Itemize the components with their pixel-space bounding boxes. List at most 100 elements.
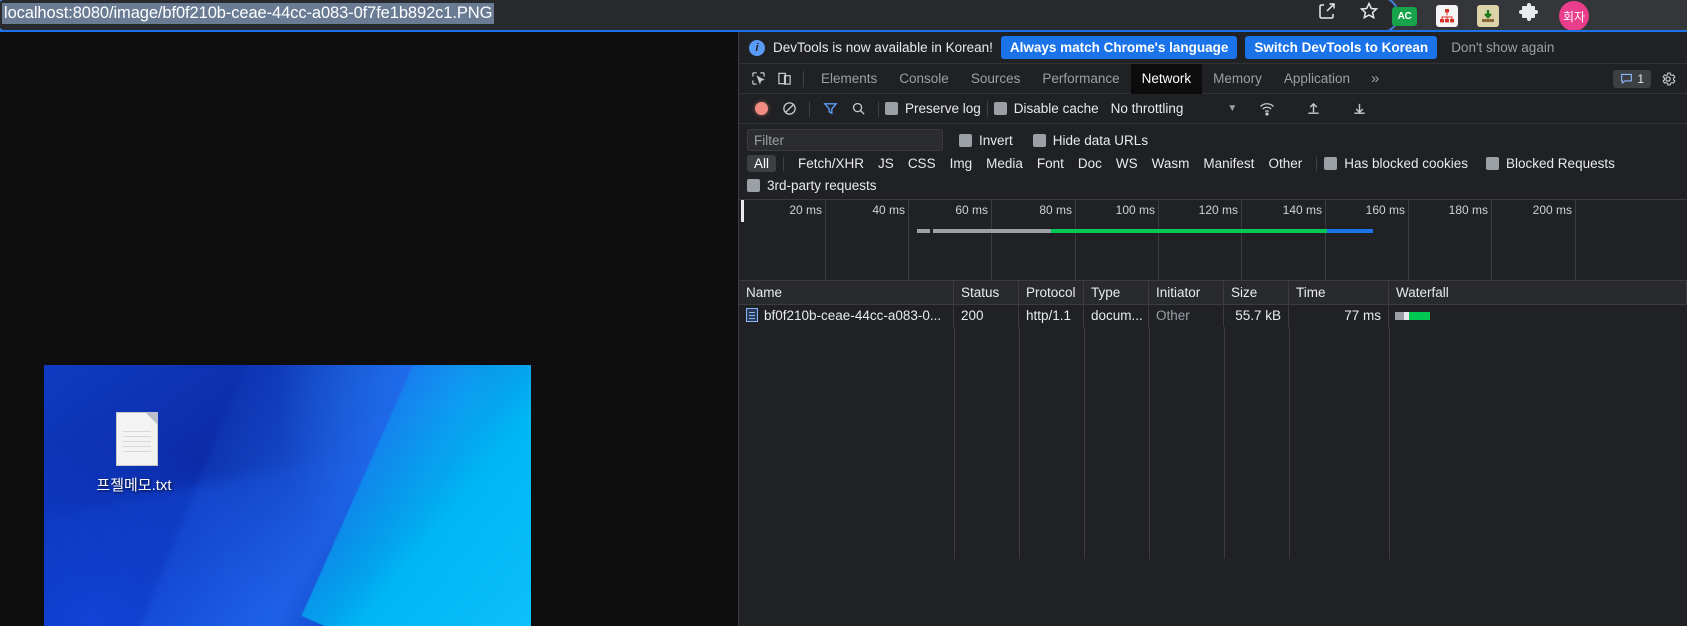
toolbar-divider <box>803 70 804 87</box>
extensions-strip: AC 회자 <box>1392 0 1589 32</box>
type-chip-font[interactable]: Font <box>1030 155 1071 172</box>
console-message-badge[interactable]: 1 <box>1613 69 1651 88</box>
device-toolbar-icon[interactable] <box>771 66 797 92</box>
devtools-tabbar: Elements Console Sources Performance Net… <box>739 63 1687 94</box>
tab-elements[interactable]: Elements <box>810 64 888 94</box>
devtools-panel: i DevTools is now available in Korean! A… <box>738 32 1687 626</box>
type-chip-media[interactable]: Media <box>979 155 1030 172</box>
type-chip-wasm[interactable]: Wasm <box>1145 155 1197 172</box>
address-bar-text[interactable]: localhost:8080/image/bf0f210b-ceae-44cc-… <box>2 3 495 24</box>
notification-message: DevTools is now available in Korean! <box>773 40 993 55</box>
preserve-log-box[interactable] <box>885 102 898 115</box>
filter-input[interactable] <box>747 129 943 151</box>
column-header-protocol[interactable]: Protocol <box>1019 280 1084 305</box>
cell-size: 55.7 kB <box>1224 305 1289 327</box>
disable-cache-box[interactable] <box>993 102 1007 115</box>
type-chip-fetchxhr[interactable]: Fetch/XHR <box>791 155 871 172</box>
adblock-extension-icon[interactable]: AC <box>1392 6 1417 26</box>
info-icon: i <box>749 39 765 56</box>
has-blocked-cookies-checkbox[interactable]: Has blocked cookies <box>1324 156 1468 171</box>
devtools-language-notification: i DevTools is now available in Korean! A… <box>739 32 1687 64</box>
overview-tick-200: 200 ms <box>1533 200 1576 282</box>
column-header-type[interactable]: Type <box>1084 280 1149 305</box>
puzzle-extension-icon[interactable] <box>1518 2 1540 30</box>
desktop-file-label: 프젤메모.txt <box>96 477 172 494</box>
type-chip-all[interactable]: All <box>747 155 777 172</box>
tab-console[interactable]: Console <box>888 64 960 94</box>
network-conditions-icon[interactable] <box>1253 95 1281 123</box>
profile-avatar[interactable]: 회자 <box>1559 1 1589 31</box>
third-party-requests-checkbox[interactable]: 3rd-party requests <box>747 178 1679 193</box>
hide-data-urls-box[interactable] <box>1032 133 1046 147</box>
blocked-requests-box[interactable] <box>1486 157 1500 170</box>
type-chip-js[interactable]: JS <box>871 155 901 172</box>
blocked-requests-label: Blocked Requests <box>1506 156 1615 171</box>
cell-status: 200 <box>954 305 1019 327</box>
type-chip-manifest[interactable]: Manifest <box>1196 155 1261 172</box>
overview-tick-80: 80 ms <box>1039 200 1076 282</box>
more-tabs-icon[interactable]: » <box>1361 70 1389 87</box>
overview-tick-160: 160 ms <box>1366 200 1409 282</box>
cell-time: 77 ms <box>1289 305 1389 327</box>
column-header-status[interactable]: Status <box>954 280 1019 305</box>
column-header-name[interactable]: Name <box>739 280 954 305</box>
file-lines <box>123 431 151 456</box>
disable-cache-checkbox[interactable]: Disable cache <box>993 101 1099 116</box>
type-chip-doc[interactable]: Doc <box>1071 155 1109 172</box>
export-har-icon[interactable] <box>1345 95 1373 123</box>
overview-segment-content-download <box>1051 229 1327 233</box>
tab-performance[interactable]: Performance <box>1031 64 1130 94</box>
column-header-time[interactable]: Time <box>1289 280 1389 305</box>
table-header-row: Name Status Protocol Type Initiator Size… <box>739 280 1687 305</box>
tab-memory[interactable]: Memory <box>1202 64 1273 94</box>
overview-segment-waiting <box>933 229 1051 233</box>
type-chip-ws[interactable]: WS <box>1109 155 1145 172</box>
invert-box[interactable] <box>959 133 972 147</box>
type-chip-img[interactable]: Img <box>943 155 980 172</box>
throttling-select[interactable]: No throttling <box>1111 101 1184 116</box>
preserve-log-checkbox[interactable]: Preserve log <box>885 101 981 116</box>
sitemap-extension-icon[interactable] <box>1436 5 1458 27</box>
address-bar[interactable]: localhost:8080/image/bf0f210b-ceae-44cc-… <box>0 0 1399 34</box>
gear-icon[interactable] <box>1655 66 1681 92</box>
blocked-requests-checkbox[interactable]: Blocked Requests <box>1486 156 1615 171</box>
column-header-size[interactable]: Size <box>1224 280 1289 305</box>
network-toolbar: Preserve log Disable cache No throttling… <box>739 94 1687 124</box>
overview-tick-100: 100 ms <box>1116 200 1159 282</box>
overview-tick-40: 40 ms <box>872 200 909 282</box>
type-chip-css[interactable]: CSS <box>901 155 943 172</box>
network-overview[interactable]: 20 ms 40 ms 60 ms 80 ms 100 ms 120 ms 14… <box>739 199 1687 282</box>
tab-application[interactable]: Application <box>1273 64 1361 94</box>
tab-sources[interactable]: Sources <box>960 64 1032 94</box>
file-fold-corner <box>145 412 158 425</box>
invert-checkbox[interactable]: Invert <box>959 133 1013 148</box>
cell-name[interactable]: bf0f210b-ceae-44cc-a083-0... <box>739 305 954 327</box>
table-row[interactable]: bf0f210b-ceae-44cc-a083-0... 200 http/1.… <box>739 305 1687 327</box>
inspect-element-icon[interactable] <box>745 66 771 92</box>
has-blocked-cookies-box[interactable] <box>1324 157 1338 170</box>
overview-tick-140: 140 ms <box>1283 200 1326 282</box>
share-icon[interactable] <box>1317 1 1337 21</box>
requests-table: Name Status Protocol Type Initiator Size… <box>739 280 1687 559</box>
third-party-box[interactable] <box>747 179 760 192</box>
download-extension-icon[interactable] <box>1477 5 1499 27</box>
always-match-language-button[interactable]: Always match Chrome's language <box>1000 36 1238 59</box>
record-button[interactable] <box>747 95 775 123</box>
overview-segment-stalled <box>917 229 930 233</box>
clear-button[interactable] <box>775 95 803 123</box>
column-header-initiator[interactable]: Initiator <box>1149 280 1224 305</box>
chevron-down-icon[interactable]: ▼ <box>1227 103 1237 114</box>
third-party-label: 3rd-party requests <box>767 178 877 193</box>
import-har-icon[interactable] <box>1299 95 1327 123</box>
type-chip-other[interactable]: Other <box>1261 155 1309 172</box>
filter-button[interactable] <box>816 95 844 123</box>
invert-label: Invert <box>979 132 1013 148</box>
column-header-waterfall[interactable]: Waterfall <box>1389 280 1687 305</box>
dont-show-again-button[interactable]: Don't show again <box>1445 36 1560 59</box>
cell-protocol: http/1.1 <box>1019 305 1084 327</box>
star-icon[interactable] <box>1359 1 1379 21</box>
hide-data-urls-checkbox[interactable]: Hide data URLs <box>1032 133 1148 148</box>
tab-network[interactable]: Network <box>1130 63 1203 94</box>
search-button[interactable] <box>844 95 872 123</box>
switch-devtools-to-korean-button[interactable]: Switch DevTools to Korean <box>1245 36 1438 59</box>
